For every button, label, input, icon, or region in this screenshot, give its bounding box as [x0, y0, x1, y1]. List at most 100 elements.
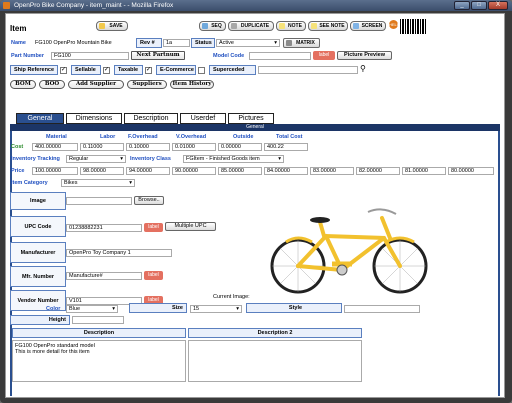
- matrix-icon: [286, 40, 292, 46]
- price-label: Price: [11, 168, 25, 174]
- matrix-button[interactable]: MATRIX: [283, 38, 320, 48]
- add-supplier-button[interactable]: Add Supplier: [68, 80, 124, 89]
- price-field-2[interactable]: 98.00000: [80, 167, 124, 175]
- outside-cost-field[interactable]: 0.00000: [218, 143, 262, 151]
- tab-userdef[interactable]: Userdef: [180, 113, 226, 124]
- tab-dimensions[interactable]: Dimensions: [66, 113, 122, 124]
- price-field-1[interactable]: 100.00000: [32, 167, 78, 175]
- color-select[interactable]: Blue ▾: [66, 305, 118, 313]
- search-icon[interactable]: ⚲: [360, 64, 366, 73]
- barcode-icon[interactable]: [400, 19, 426, 34]
- bom-button[interactable]: BOM: [10, 80, 36, 89]
- price-field-7[interactable]: 83.00000: [310, 167, 354, 175]
- item-category-select[interactable]: Bikes ▾: [61, 179, 135, 187]
- save-label: SAVE: [109, 23, 123, 29]
- upc-code-field[interactable]: 01238882231: [66, 224, 142, 232]
- upc-code-label: UPC Code: [10, 216, 66, 237]
- height-field[interactable]: [72, 316, 124, 324]
- size-select[interactable]: 15 ▾: [190, 305, 242, 313]
- close-button[interactable]: X: [488, 1, 508, 10]
- v-overhead-header: V.Overhead: [176, 134, 207, 140]
- ecommerce-checkbox[interactable]: [198, 67, 205, 74]
- boo-button[interactable]: BOO: [39, 80, 65, 89]
- upc-label-button[interactable]: label: [144, 223, 163, 232]
- f-overhead-field[interactable]: 0.10000: [126, 143, 170, 151]
- note-icon: [279, 23, 285, 29]
- image-path-field[interactable]: [66, 197, 132, 205]
- part-number-field[interactable]: FG100: [51, 52, 129, 60]
- model-code-field[interactable]: [249, 52, 311, 60]
- image-label: Image: [10, 192, 66, 210]
- save-button[interactable]: SAVE: [96, 21, 128, 31]
- suppliers-button[interactable]: Suppliers: [127, 80, 167, 89]
- manufacturer-field[interactable]: OpenPro Toy Company 1: [66, 249, 172, 257]
- mfr-number-label: Mfr. Number: [10, 266, 66, 287]
- inventory-class-select[interactable]: FGItem - Finished Goods item ▾: [183, 155, 284, 163]
- price-field-9[interactable]: 81.00000: [402, 167, 446, 175]
- tab-description[interactable]: Description: [124, 113, 178, 124]
- inventory-class-value: FGItem - Finished Goods item: [186, 156, 260, 162]
- see-note-button[interactable]: SEE NOTE: [308, 21, 348, 31]
- mfr-number-field[interactable]: Manufacture#: [66, 272, 142, 280]
- color-value: Blue: [69, 306, 81, 312]
- taxable-checkbox[interactable]: ✓: [145, 67, 152, 74]
- rev-field[interactable]: 1a: [163, 39, 190, 47]
- seq-button[interactable]: SEQ: [199, 21, 226, 31]
- ship-reference-checkbox[interactable]: ✓: [60, 67, 67, 74]
- status-value: Active: [219, 40, 234, 46]
- duplicate-button[interactable]: DUPLICATE: [228, 21, 274, 31]
- current-image-label: Current Image:: [213, 294, 250, 300]
- duplicate-label: DUPLICATE: [240, 23, 270, 29]
- price-field-10[interactable]: 80.00000: [448, 167, 494, 175]
- v-overhead-field[interactable]: 0.01000: [172, 143, 216, 151]
- sellable-label: Sellable: [71, 65, 101, 75]
- size-value: 15: [193, 306, 200, 312]
- note-button[interactable]: NOTE: [276, 21, 306, 31]
- duplicate-icon: [231, 23, 237, 29]
- inventory-class-label: Inventory Class: [130, 156, 171, 162]
- window-title: OpenPro Bike Company - item_maint - - Mo…: [14, 2, 174, 9]
- general-section-bar: General: [10, 124, 500, 131]
- item-history-button[interactable]: Item History: [170, 80, 214, 89]
- browse-button[interactable]: Browse..: [134, 196, 164, 205]
- picture-preview-button[interactable]: Picture Preview: [337, 51, 392, 60]
- description-textarea[interactable]: FG100 OpenPro standard model This is mor…: [12, 340, 186, 382]
- labor-cost-field[interactable]: 0.11000: [80, 143, 124, 151]
- tab-general[interactable]: General: [16, 113, 64, 124]
- model-label-button[interactable]: label: [313, 51, 335, 60]
- price-field-4[interactable]: 90.00000: [172, 167, 216, 175]
- mfr-label-button[interactable]: label: [144, 271, 163, 280]
- price-field-5[interactable]: 85.00000: [218, 167, 262, 175]
- outside-header: Outside: [233, 134, 254, 140]
- inventory-tracking-label: Inventory Tracking: [11, 156, 60, 162]
- total-cost-header: Total Cost: [276, 134, 303, 140]
- multiple-upc-button[interactable]: Multiple UPC: [165, 222, 216, 231]
- name-field[interactable]: FG100 OpenPro Mountain Bike: [32, 39, 136, 47]
- price-field-8[interactable]: 82.00000: [356, 167, 400, 175]
- sellable-checkbox[interactable]: ✓: [103, 67, 110, 74]
- minimize-button[interactable]: _: [454, 1, 470, 10]
- tab-pictures[interactable]: Pictures: [228, 113, 274, 124]
- maximize-button[interactable]: □: [471, 1, 487, 10]
- inventory-tracking-select[interactable]: Regular ▾: [66, 155, 126, 163]
- help-icon[interactable]: HELP: [389, 20, 399, 29]
- style-label: Style: [246, 303, 342, 313]
- material-cost-field[interactable]: 400.00000: [32, 143, 78, 151]
- total-cost-field[interactable]: 400.22: [264, 143, 308, 151]
- height-label: Height: [10, 315, 70, 325]
- style-field[interactable]: [344, 305, 420, 313]
- price-field-3[interactable]: 94.00000: [126, 167, 170, 175]
- screen-button[interactable]: SCREEN: [350, 21, 386, 31]
- item-category-value: Bikes: [64, 180, 78, 186]
- superceded-field[interactable]: [258, 66, 358, 74]
- price-field-6[interactable]: 84.00000: [264, 167, 308, 175]
- chevron-down-icon: ▾: [112, 306, 115, 312]
- cost-label: Cost: [11, 144, 24, 150]
- save-icon: [99, 23, 105, 29]
- screen-label: SCREEN: [361, 23, 383, 29]
- superceded-label: Superceded: [209, 65, 256, 75]
- next-partnum-button[interactable]: Next Partnum: [131, 51, 185, 60]
- description-2-textarea[interactable]: [188, 340, 362, 382]
- note-label: NOTE: [288, 23, 302, 29]
- status-select[interactable]: Active ▾: [216, 39, 280, 47]
